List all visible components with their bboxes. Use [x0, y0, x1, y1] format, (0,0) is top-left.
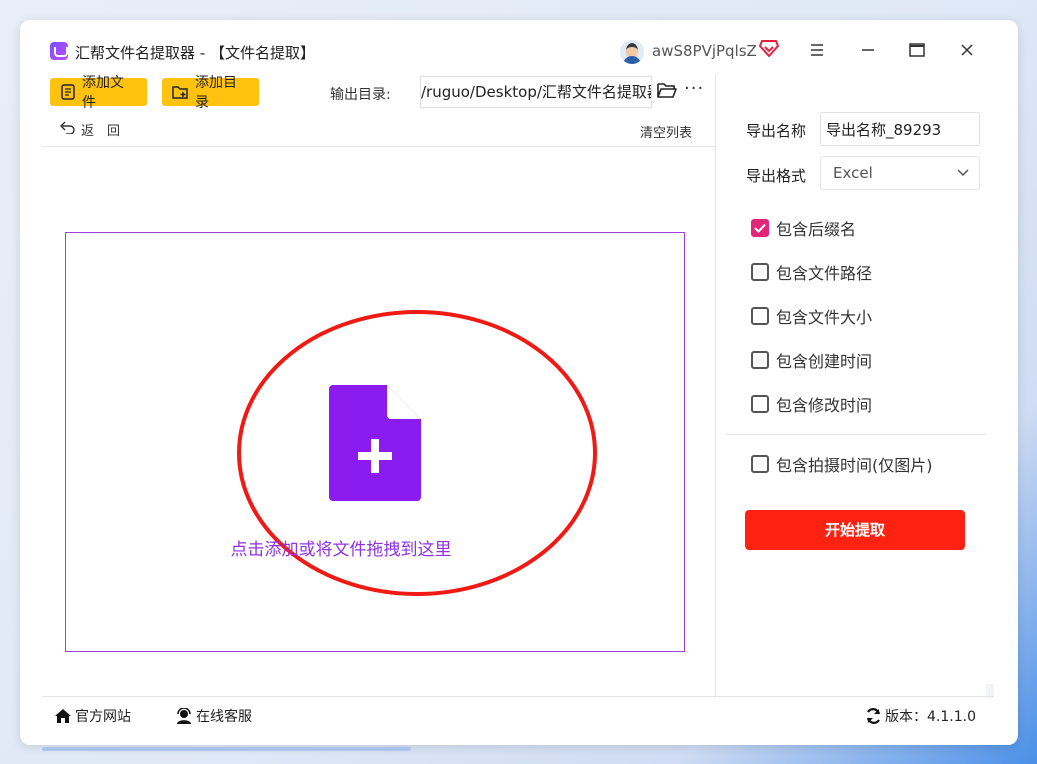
version-info[interactable]: 版本：4.1.1.0 — [865, 706, 976, 726]
option-include-modified-time[interactable]: 包含修改时间 — [751, 392, 872, 416]
official-site-label: 官方网站 — [75, 709, 131, 725]
checkbox-checked-icon[interactable] — [751, 219, 769, 237]
avatar[interactable] — [620, 40, 644, 64]
settings-panel: 导出名称 导出格式 Excel 包含后缀名 包含文件路径 包含文件大小 包含创建… — [716, 74, 994, 684]
add-file-icon — [60, 84, 76, 100]
chevron-down-icon — [957, 157, 969, 200]
option-label: 包含创建时间 — [776, 352, 873, 371]
option-label: 包含文件路径 — [776, 264, 873, 283]
add-directory-label: 添加目录 — [195, 75, 237, 111]
start-extract-button[interactable]: 开始提取 — [745, 510, 965, 550]
app-window: 汇帮文件名提取器 - 【文件名提取】 awS8PVjPqlsZ 添加文件 添加目… — [20, 20, 1018, 745]
version-label: 版本：4.1.1.0 — [885, 709, 976, 725]
official-site-link[interactable]: 官方网站 — [54, 706, 131, 726]
export-name-input[interactable] — [820, 112, 980, 146]
option-label: 包含文件大小 — [776, 308, 873, 327]
checkbox-icon[interactable] — [751, 307, 769, 325]
add-file-plus-icon[interactable] — [329, 385, 421, 501]
option-include-extension[interactable]: 包含后缀名 — [751, 216, 856, 240]
output-dir-field[interactable]: /ruguo/Desktop/汇帮文件名提取器 — [420, 76, 652, 108]
clear-list-button[interactable]: 清空列表 — [640, 122, 692, 141]
option-include-shot-time[interactable]: 包含拍摄时间(仅图片) — [751, 452, 933, 476]
title-bar: 汇帮文件名提取器 - 【文件名提取】 awS8PVjPqlsZ — [20, 20, 1018, 74]
add-folder-icon — [172, 84, 189, 100]
add-directory-button[interactable]: 添加目录 — [162, 75, 259, 111]
username[interactable]: awS8PVjPqlsZ — [652, 42, 757, 60]
menu-icon[interactable] — [803, 38, 831, 62]
window-title: 汇帮文件名提取器 - 【文件名提取】 — [75, 44, 315, 62]
option-label: 包含后缀名 — [776, 220, 857, 239]
option-include-path[interactable]: 包含文件路径 — [751, 260, 872, 284]
back-button[interactable]: 返 回 — [60, 120, 120, 139]
export-format-select[interactable]: Excel — [820, 156, 980, 190]
back-label: 返 回 — [81, 124, 121, 139]
checkbox-icon[interactable] — [751, 395, 769, 413]
folder-open-icon[interactable] — [657, 82, 677, 103]
divider — [726, 434, 986, 435]
close-icon[interactable] — [953, 38, 981, 62]
checkbox-icon[interactable] — [751, 351, 769, 369]
add-file-label: 添加文件 — [82, 75, 124, 111]
add-file-button[interactable]: 添加文件 — [50, 75, 147, 111]
more-options-icon[interactable]: ··· — [684, 78, 704, 99]
home-icon — [54, 708, 72, 724]
checkbox-icon[interactable] — [751, 263, 769, 281]
option-include-size[interactable]: 包含文件大小 — [751, 304, 872, 328]
online-service-label: 在线客服 — [196, 709, 252, 725]
divider — [42, 146, 715, 147]
back-arrow-icon — [60, 121, 75, 138]
refresh-icon — [865, 708, 882, 724]
minimize-icon[interactable] — [854, 38, 882, 62]
app-logo-icon — [50, 42, 68, 60]
footer-divider — [42, 696, 994, 697]
checkbox-icon[interactable] — [751, 455, 769, 473]
vip-diamond-icon[interactable] — [758, 39, 780, 61]
output-dir-label: 输出目录: — [330, 87, 391, 103]
file-drop-zone[interactable]: 点击添加或将文件拖拽到这里 — [65, 232, 685, 652]
option-label: 包含拍摄时间(仅图片) — [776, 456, 933, 475]
drop-hint-text[interactable]: 点击添加或将文件拖拽到这里 — [66, 535, 686, 560]
file-list-panel: 添加文件 添加目录 输出目录: /ruguo/Desktop/汇帮文件名提取器 … — [42, 74, 715, 698]
option-include-created-time[interactable]: 包含创建时间 — [751, 348, 872, 372]
option-label: 包含修改时间 — [776, 396, 873, 415]
export-name-label: 导出名称 — [746, 122, 807, 140]
bottom-scroll-indicator — [42, 747, 411, 751]
export-format-value: Excel — [833, 164, 873, 182]
export-format-label: 导出格式 — [746, 167, 807, 185]
online-service-link[interactable]: 在线客服 — [175, 706, 252, 726]
maximize-icon[interactable] — [903, 38, 931, 62]
customer-service-icon — [175, 708, 193, 724]
